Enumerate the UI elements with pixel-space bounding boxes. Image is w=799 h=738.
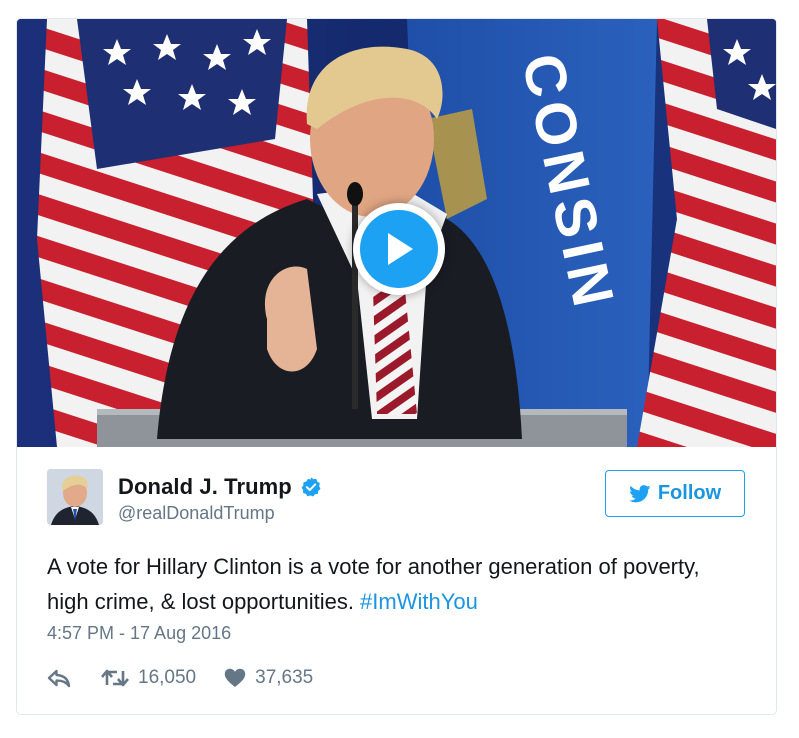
reply-icon — [47, 669, 71, 688]
follow-button[interactable]: Follow — [605, 470, 745, 517]
like-count: 37,635 — [255, 667, 314, 688]
heart-icon — [224, 668, 246, 687]
retweet-button[interactable]: 16,050 — [101, 667, 196, 689]
tweet-author: Donald J. Trump @realDonaldTrump — [47, 469, 467, 525]
reply-button[interactable] — [47, 668, 71, 688]
video-thumbnail[interactable]: CONSIN — [17, 19, 776, 447]
tweet-actions: 16,050 37,635 — [47, 666, 313, 690]
tweet-text: A vote for Hillary Clinton is a vote for… — [47, 549, 747, 619]
avatar[interactable] — [47, 469, 103, 525]
hashtag-link[interactable]: #ImWithYou — [360, 589, 478, 614]
author-handle[interactable]: @realDonaldTrump — [118, 503, 275, 524]
follow-label: Follow — [657, 482, 722, 504]
verified-badge-icon — [301, 477, 321, 497]
author-name[interactable]: Donald J. Trump — [118, 474, 292, 500]
play-button[interactable] — [353, 203, 445, 295]
tweet-timestamp[interactable]: 4:57 PM - 17 Aug 2016 — [47, 623, 231, 644]
like-button[interactable]: 37,635 — [224, 667, 313, 689]
retweet-count: 16,050 — [138, 667, 197, 688]
tweet-card: CONSIN Donald J. Trump @realDonaldTrump … — [16, 18, 777, 715]
twitter-bird-icon — [629, 484, 651, 502]
play-icon — [360, 210, 438, 288]
retweet-icon — [101, 669, 129, 687]
